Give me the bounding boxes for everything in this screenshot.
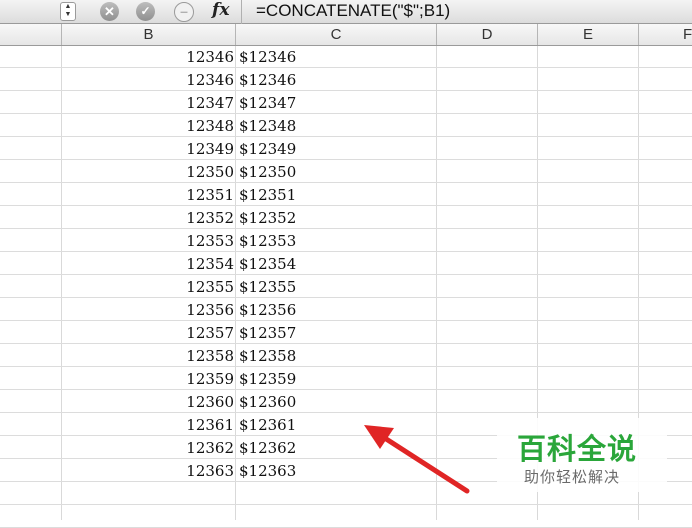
cell-b[interactable]: 12357 xyxy=(62,321,234,343)
column-header-b[interactable]: B xyxy=(62,24,236,45)
chevron-down-icon: ▼ xyxy=(64,11,72,18)
table-row: 12349 $12349 xyxy=(0,137,692,160)
cell-c[interactable]: $12359 xyxy=(239,367,435,389)
cell-b[interactable]: 12350 xyxy=(62,160,234,182)
formula-controls: ✕ ✓ – fx xyxy=(86,0,241,23)
cell-b[interactable]: 12362 xyxy=(62,436,234,458)
cell-b[interactable]: 12351 xyxy=(62,183,234,205)
table-row: 12353 $12353 xyxy=(0,229,692,252)
cell-b[interactable]: 12356 xyxy=(62,298,234,320)
column-header-d[interactable]: D xyxy=(437,24,538,45)
watermark-title: 百科全说 xyxy=(517,434,638,466)
cell-b[interactable]: 12349 xyxy=(62,137,234,159)
cell-b[interactable]: 12363 xyxy=(62,459,234,481)
cell-b[interactable]: 12348 xyxy=(62,114,234,136)
cell-b[interactable]: 12352 xyxy=(62,206,234,228)
table-row: 12359 $12359 xyxy=(0,367,692,390)
cell-c[interactable]: $12355 xyxy=(239,275,435,297)
cell-b[interactable]: 12358 xyxy=(62,344,234,366)
formula-input[interactable]: =CONCATENATE("$";B1) xyxy=(256,1,450,21)
formula-bar: ▲ ▼ ✕ ✓ – fx =CONCATENATE("$";B1) xyxy=(0,0,692,24)
column-header-bar: B C D E F xyxy=(0,24,692,46)
cell-c[interactable]: $12357 xyxy=(239,321,435,343)
table-row: 12358 $12358 xyxy=(0,344,692,367)
cell-b[interactable]: 12360 xyxy=(62,390,234,412)
table-row: 12351 $12351 xyxy=(0,183,692,206)
cell-b[interactable]: 12353 xyxy=(62,229,234,251)
table-row: 12356 $12356 xyxy=(0,298,692,321)
cell-c[interactable]: $12353 xyxy=(239,229,435,251)
table-row: 12347 $12347 xyxy=(0,91,692,114)
cell-b[interactable]: 12359 xyxy=(62,367,234,389)
watermark-subtitle: 助你轻松解决 xyxy=(524,469,621,486)
formula-separator xyxy=(241,0,242,24)
cell-c[interactable]: $12352 xyxy=(239,206,435,228)
cell-c[interactable]: $12346 xyxy=(239,68,435,90)
column-header-c[interactable]: C xyxy=(236,24,437,45)
cell-b[interactable]: 12361 xyxy=(62,413,234,435)
cell-b[interactable]: 12346 xyxy=(62,45,234,67)
cell-b[interactable]: 12346 xyxy=(62,68,234,90)
column-header-a[interactable] xyxy=(0,24,62,45)
cell-c[interactable]: $12351 xyxy=(239,183,435,205)
table-row: 12348 $12348 xyxy=(0,114,692,137)
table-row: 12350 $12350 xyxy=(0,160,692,183)
cell-b[interactable]: 12355 xyxy=(62,275,234,297)
watermark: 百科全说 助你轻松解决 xyxy=(497,418,667,492)
checkmark-icon[interactable]: ✓ xyxy=(136,2,155,21)
name-box-stepper[interactable]: ▲ ▼ xyxy=(60,2,76,21)
table-row xyxy=(0,505,692,528)
table-row: 12360 $12360 xyxy=(0,390,692,413)
cell-c[interactable]: $12358 xyxy=(239,344,435,366)
cell-c[interactable]: $12354 xyxy=(239,252,435,274)
table-row: 12357 $12357 xyxy=(0,321,692,344)
cell-c[interactable]: $12356 xyxy=(239,298,435,320)
column-header-f[interactable]: F xyxy=(639,24,692,45)
cell-c[interactable]: $12350 xyxy=(239,160,435,182)
column-header-e[interactable]: E xyxy=(538,24,639,45)
cell-c[interactable]: $12348 xyxy=(239,114,435,136)
table-row: 12354 $12354 xyxy=(0,252,692,275)
cell-c[interactable]: $12346 xyxy=(239,45,435,67)
table-row: 12355 $12355 xyxy=(0,275,692,298)
table-row: 12346 $12346 xyxy=(0,45,692,68)
cell-c[interactable]: $12360 xyxy=(239,390,435,412)
table-row: 12352 $12352 xyxy=(0,206,692,229)
function-wizard-icon[interactable]: – xyxy=(174,2,194,22)
fx-icon[interactable]: fx xyxy=(212,0,229,20)
cell-c[interactable]: $12349 xyxy=(239,137,435,159)
chevron-up-icon: ▲ xyxy=(64,3,72,10)
cancel-icon[interactable]: ✕ xyxy=(100,2,119,21)
cell-b[interactable]: 12354 xyxy=(62,252,234,274)
cell-b[interactable]: 12347 xyxy=(62,91,234,113)
table-row: 12346 $12346 xyxy=(0,68,692,91)
annotation-arrow-icon xyxy=(364,425,470,494)
cell-c[interactable]: $12347 xyxy=(239,91,435,113)
